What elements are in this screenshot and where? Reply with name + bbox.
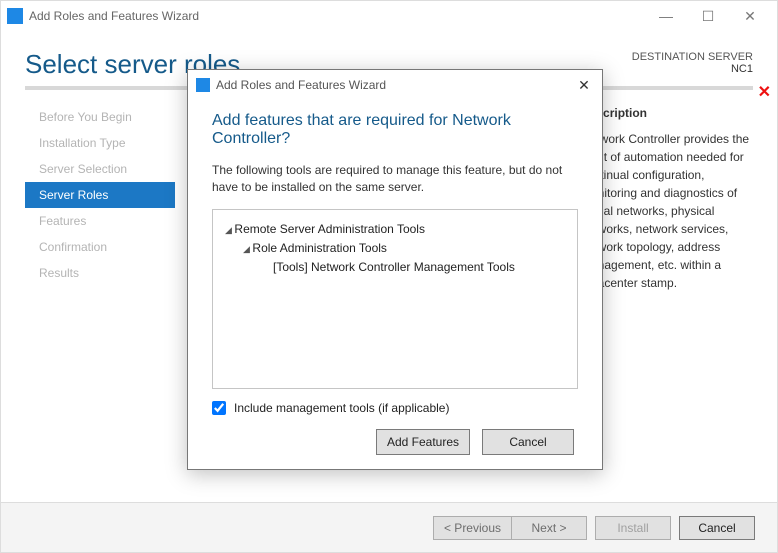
dialog-titlebar: Add Roles and Features Wizard ✕ xyxy=(188,70,602,100)
description-text: Network Controller provides the point of… xyxy=(581,130,753,292)
tree-item-role-admin[interactable]: Role Administration Tools xyxy=(225,239,565,258)
dialog-app-icon xyxy=(196,78,210,92)
dialog-buttons: Add Features Cancel xyxy=(212,429,578,455)
dialog-close-button[interactable]: ✕ xyxy=(574,77,594,94)
tree-item-rsat[interactable]: Remote Server Administration Tools xyxy=(225,220,565,239)
wizard-nav: Before You Begin Installation Type Serve… xyxy=(25,90,175,414)
dialog-cancel-button[interactable]: Cancel xyxy=(482,429,574,455)
dialog-body: Add features that are required for Netwo… xyxy=(188,100,602,455)
nav-server-roles[interactable]: Server Roles xyxy=(25,182,175,208)
description-heading: Description xyxy=(581,106,753,120)
dialog-tree-box: Remote Server Administration Tools Role … xyxy=(212,209,578,389)
nav-server-selection[interactable]: Server Selection xyxy=(25,156,175,182)
separator-right: ✕ xyxy=(593,86,753,90)
destination-label: DESTINATION SERVER xyxy=(632,51,753,63)
maximize-button[interactable]: ☐ xyxy=(687,2,729,30)
nav-confirmation[interactable]: Confirmation xyxy=(25,234,175,260)
install-button: Install xyxy=(595,516,671,540)
dialog-title: Add Roles and Features Wizard xyxy=(216,78,574,92)
destination-server: DESTINATION SERVER NC1 xyxy=(632,49,753,75)
minimize-button[interactable]: — xyxy=(645,2,687,30)
main-window: Add Roles and Features Wizard — ☐ ✕ Sele… xyxy=(0,0,778,553)
footer: < Previous Next > Install Cancel xyxy=(1,502,777,552)
include-tools-checkbox[interactable] xyxy=(212,401,226,415)
previous-button[interactable]: < Previous xyxy=(433,516,511,540)
dialog-heading: Add features that are required for Netwo… xyxy=(212,112,578,148)
nav-button-group: < Previous Next > xyxy=(433,516,587,540)
include-tools-checkbox-label[interactable]: Include management tools (if applicable) xyxy=(212,401,578,415)
nav-before-you-begin[interactable]: Before You Begin xyxy=(25,104,175,130)
destination-value: NC1 xyxy=(632,63,753,75)
next-button[interactable]: Next > xyxy=(511,516,587,540)
add-features-dialog: Add Roles and Features Wizard ✕ Add feat… xyxy=(187,69,603,470)
window-title: Add Roles and Features Wizard xyxy=(29,9,645,23)
nav-installation-type[interactable]: Installation Type xyxy=(25,130,175,156)
include-tools-text: Include management tools (if applicable) xyxy=(234,401,449,415)
app-icon xyxy=(7,8,23,24)
window-controls: — ☐ ✕ xyxy=(645,2,771,30)
dialog-text: The following tools are required to mana… xyxy=(212,162,578,197)
nav-results[interactable]: Results xyxy=(25,260,175,286)
tree-item-nc-tools[interactable]: [Tools] Network Controller Management To… xyxy=(225,258,565,277)
nav-features[interactable]: Features xyxy=(25,208,175,234)
add-features-button[interactable]: Add Features xyxy=(376,429,470,455)
close-button[interactable]: ✕ xyxy=(729,2,771,30)
cancel-button[interactable]: Cancel xyxy=(679,516,755,540)
titlebar: Add Roles and Features Wizard — ☐ ✕ xyxy=(1,1,777,31)
error-icon[interactable]: ✕ xyxy=(758,82,771,102)
